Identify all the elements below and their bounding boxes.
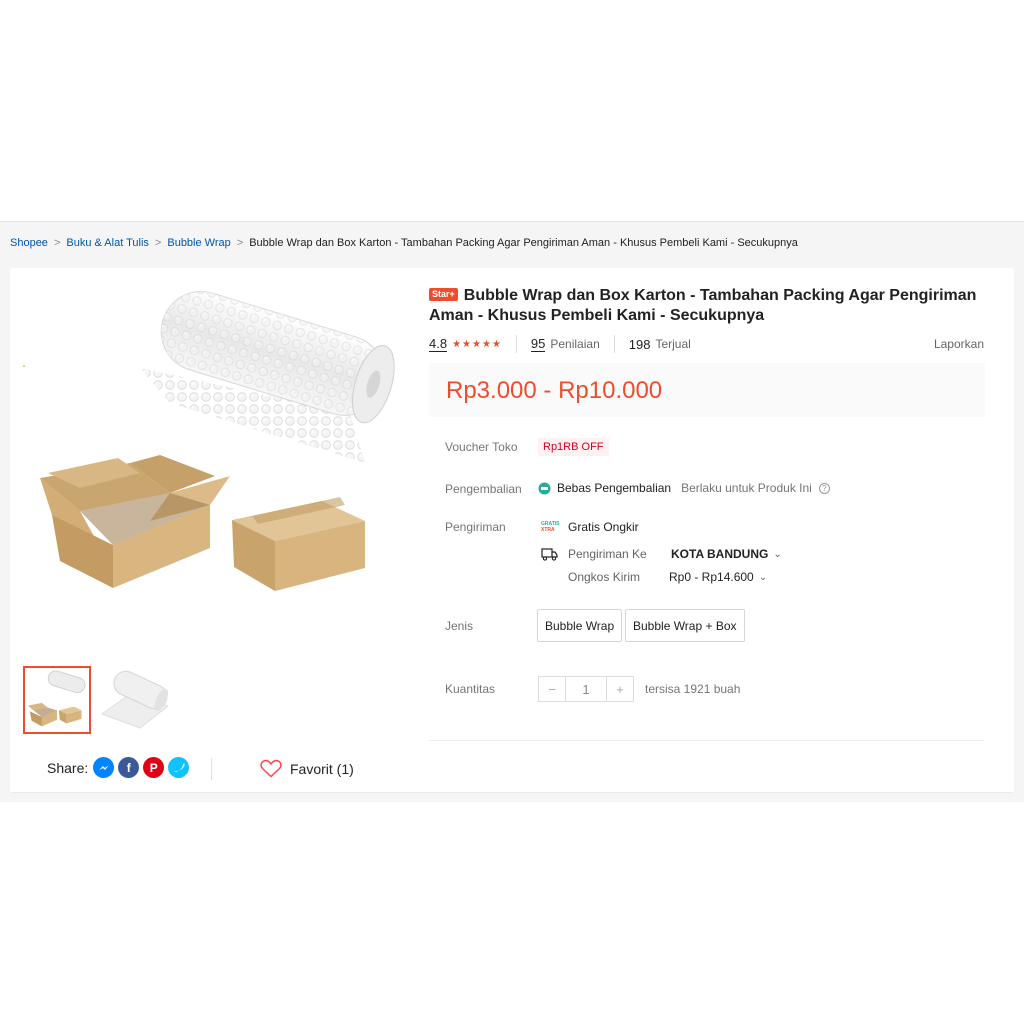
voucher-label: Voucher Toko bbox=[445, 440, 518, 454]
share-label: Share: bbox=[47, 759, 89, 776]
quantity-stepper: − 1 + bbox=[538, 676, 634, 702]
increase-button[interactable]: + bbox=[607, 677, 633, 701]
decrease-button[interactable]: − bbox=[539, 677, 565, 701]
ship-to-location[interactable]: KOTA BANDUNG bbox=[671, 547, 768, 561]
variant-label: Jenis bbox=[445, 619, 474, 633]
variant-option-bubble-wrap-box[interactable]: Bubble Wrap + Box bbox=[625, 609, 745, 642]
voucher-chip[interactable]: Rp1RB OFF bbox=[538, 438, 609, 456]
returns-info: Bebas Pengembalian Berlaku untuk Produk … bbox=[538, 481, 830, 495]
divider bbox=[211, 758, 212, 780]
product-title-block: Star+ Bubble Wrap dan Box Karton - Tambah… bbox=[429, 286, 989, 326]
share-bar: Share: f P bbox=[47, 757, 190, 778]
stock-remaining: tersisa 1921 buah bbox=[645, 682, 741, 696]
thumbnail-2[interactable] bbox=[100, 666, 168, 734]
divider bbox=[429, 740, 984, 741]
shipping-cost-label: Ongkos Kirim bbox=[568, 570, 641, 584]
sold-count: 198 bbox=[628, 336, 651, 352]
chevron-right-icon: > bbox=[236, 237, 244, 249]
truck-icon bbox=[541, 547, 558, 561]
help-icon[interactable]: ? bbox=[818, 482, 830, 494]
twitter-icon[interactable] bbox=[168, 757, 190, 778]
free-shipping-row: GRATIS XTRA Gratis Ongkir bbox=[541, 520, 639, 534]
favorite-label: Favorit (1) bbox=[290, 760, 354, 777]
price-box: Rp3.000 - Rp10.000 bbox=[429, 363, 985, 417]
divider bbox=[613, 335, 615, 353]
free-shipping-text: Gratis Ongkir bbox=[568, 520, 639, 534]
chevron-right-icon: > bbox=[53, 237, 61, 249]
breadcrumb-item-shopee[interactable]: Shopee bbox=[10, 237, 48, 249]
favorite-button[interactable]: Favorit (1) bbox=[260, 759, 354, 778]
review-label: Penilaian bbox=[550, 337, 600, 351]
variant-option-bubble-wrap[interactable]: Bubble Wrap bbox=[537, 609, 623, 642]
returns-note: Berlaku untuk Produk Ini bbox=[681, 481, 812, 495]
chevron-down-icon[interactable]: ⌄ bbox=[773, 549, 781, 560]
shipping-cost-value[interactable]: Rp0 - Rp14.600 bbox=[669, 570, 754, 584]
rating-value[interactable]: 4.8 bbox=[429, 336, 448, 352]
returns-label: Pengembalian bbox=[445, 482, 522, 496]
price-range: Rp3.000 - Rp10.000 bbox=[446, 377, 663, 404]
pinterest-icon[interactable]: P bbox=[143, 757, 165, 778]
thumbnail-1[interactable] bbox=[23, 666, 91, 734]
breadcrumb-item-subcategory[interactable]: Bubble Wrap bbox=[167, 237, 230, 249]
sold-label: Terjual bbox=[655, 337, 691, 351]
breadcrumb-item-category[interactable]: Buku & Alat Tulis bbox=[66, 237, 149, 249]
report-link[interactable]: Laporkan bbox=[934, 337, 984, 351]
messenger-icon[interactable] bbox=[93, 757, 115, 778]
divider bbox=[515, 335, 517, 353]
free-shipping-xtra-icon: GRATIS XTRA bbox=[541, 521, 560, 533]
review-count[interactable]: 95 bbox=[530, 336, 546, 352]
shipping-cost-row: Ongkos Kirim Rp0 - Rp14.600 ⌄ bbox=[568, 570, 767, 584]
star-plus-badge: Star+ bbox=[429, 288, 458, 301]
ship-to-row: Pengiriman Ke KOTA BANDUNG ⌄ bbox=[541, 547, 782, 561]
heart-icon bbox=[260, 759, 282, 778]
chevron-right-icon: > bbox=[154, 237, 162, 249]
quantity-input[interactable]: 1 bbox=[565, 677, 607, 701]
breadcrumb: Shopee > Buku & Alat Tulis > Bubble Wrap… bbox=[10, 237, 798, 249]
breadcrumb-current: Bubble Wrap dan Box Karton - Tambahan Pa… bbox=[249, 237, 798, 249]
quantity-label: Kuantitas bbox=[445, 682, 496, 696]
facebook-icon[interactable]: f bbox=[118, 757, 140, 778]
ship-to-label: Pengiriman Ke bbox=[568, 547, 647, 561]
free-return-icon bbox=[538, 482, 551, 494]
product-main-image[interactable] bbox=[20, 283, 400, 653]
shipping-label: Pengiriman bbox=[445, 520, 506, 534]
star-rating-icon: ★★★★★ bbox=[452, 338, 502, 350]
rating-row: 4.8 ★★★★★ 95 Penilaian 198 Terjual Lapor… bbox=[429, 335, 984, 353]
chevron-down-icon[interactable]: ⌄ bbox=[759, 572, 767, 583]
returns-value: Bebas Pengembalian bbox=[557, 481, 672, 495]
product-title: Bubble Wrap dan Box Karton - Tambahan Pa… bbox=[429, 287, 977, 324]
